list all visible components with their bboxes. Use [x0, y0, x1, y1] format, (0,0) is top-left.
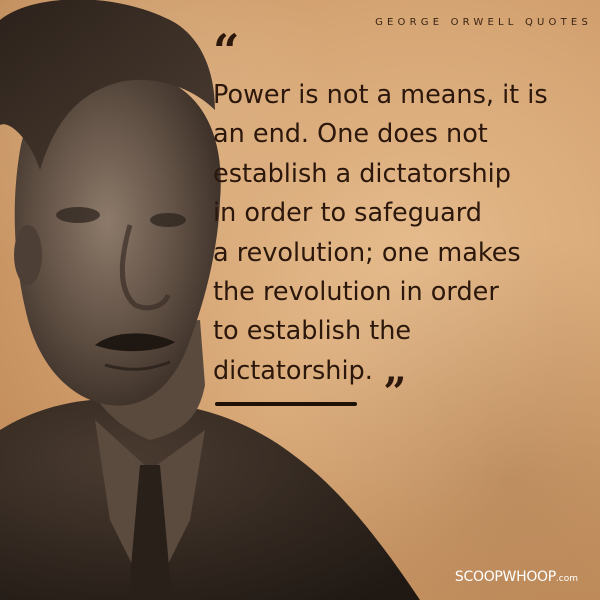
quote-line: in order to safeguard	[213, 198, 482, 229]
close-quote-mark: „	[384, 346, 408, 393]
ear-shape	[14, 225, 42, 285]
brand-logo: SCOOPWHOOP.com	[455, 569, 578, 585]
coat-shape	[0, 398, 420, 600]
quote-card: GEORGE ORWELL QUOTES “ Power is not a me…	[0, 0, 600, 600]
brand-name: SCOOPWHOOP	[454, 569, 556, 585]
divider-rule	[215, 402, 357, 406]
quote-line: a revolution; one makes	[213, 237, 521, 268]
quote-text: Power is not a means, it is an end. One …	[213, 76, 593, 391]
left-eye	[56, 207, 100, 223]
brand-suffix: .com	[555, 574, 578, 584]
quote-line: establish a dictatorship	[213, 158, 511, 189]
header-title: GEORGE ORWELL QUOTES	[375, 17, 592, 28]
open-quote-mark: “	[213, 24, 240, 78]
quote-line: an end. One does not	[213, 119, 488, 150]
right-eye	[150, 213, 186, 227]
quote-line: the revolution in order	[213, 277, 499, 308]
quote-line: Power is not a means, it is	[213, 80, 548, 110]
